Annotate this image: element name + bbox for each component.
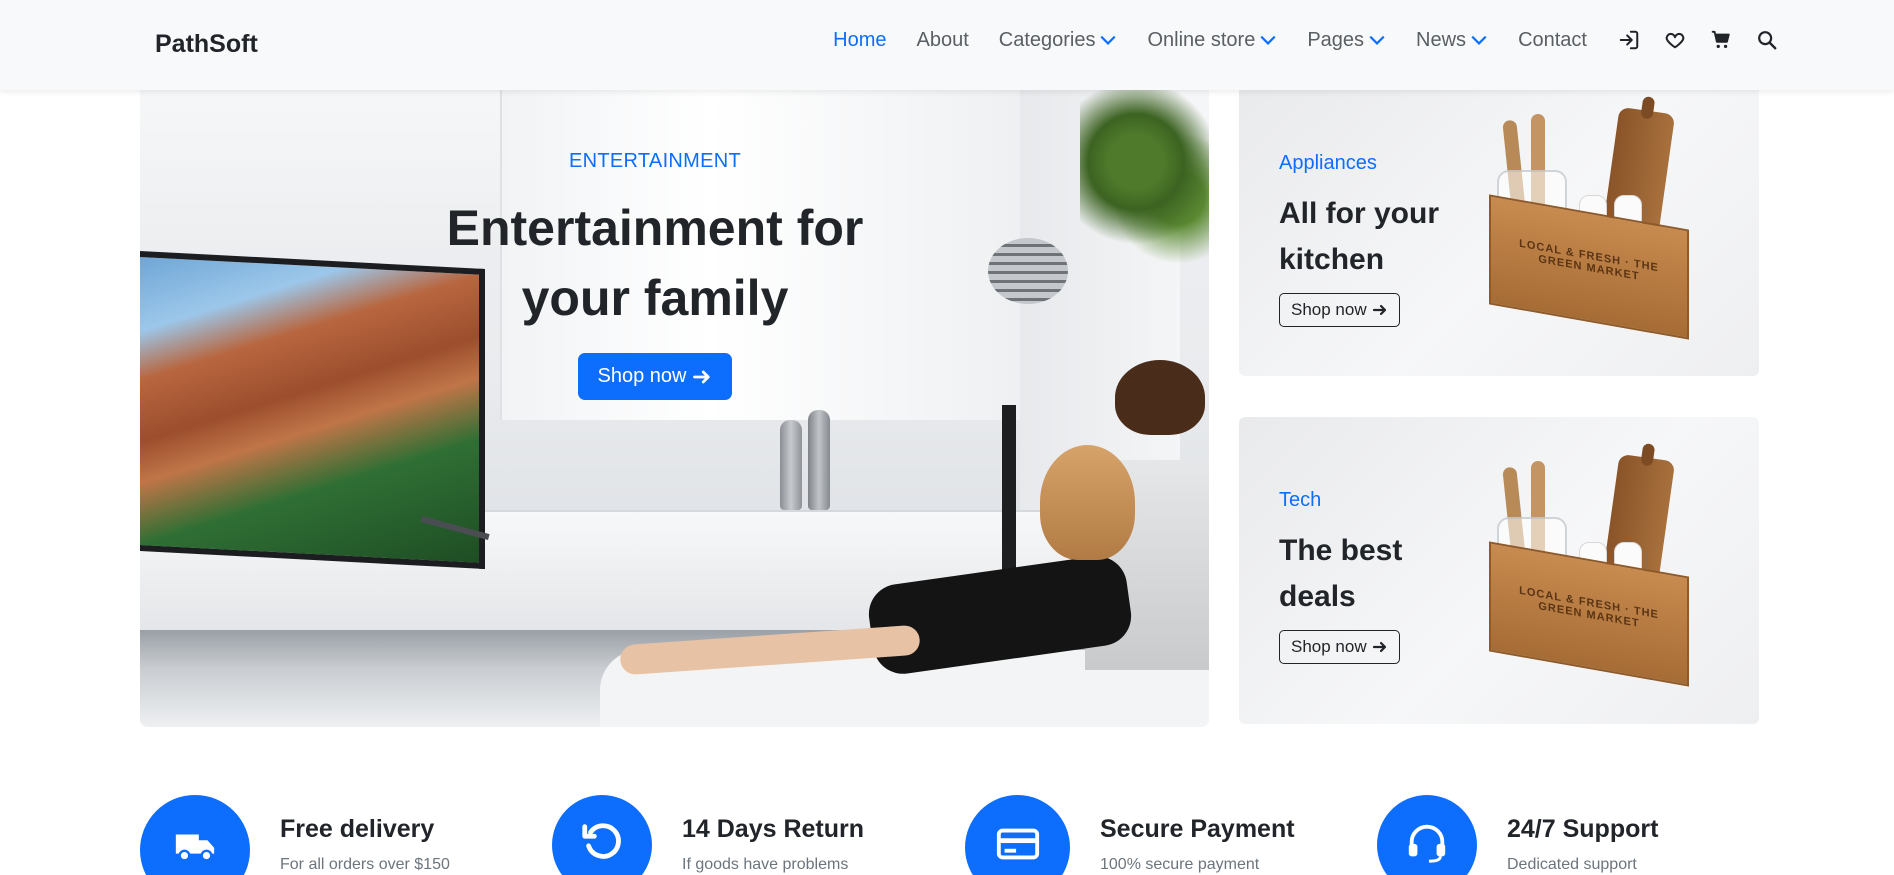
feature-title: Secure Payment <box>1100 815 1295 843</box>
feature-icon-circle <box>1377 795 1477 875</box>
feature-title: 24/7 Support <box>1507 815 1659 843</box>
arrow-right-icon <box>1372 641 1386 653</box>
nav-links: Home About Categories Online store Pages… <box>803 28 1779 52</box>
heart-icon[interactable] <box>1663 28 1687 52</box>
nav-link-home[interactable]: Home <box>833 29 886 52</box>
chevron-down-icon <box>1100 35 1117 45</box>
chevron-down-icon <box>1471 35 1487 45</box>
hero-shop-now-button[interactable]: Shop now <box>577 353 733 400</box>
credit-card-icon <box>996 828 1039 860</box>
brand-logo[interactable]: PathSoft <box>155 30 258 59</box>
hero-banner: ENTERTAINMENT Entertainment for your fam… <box>140 90 1209 727</box>
headset-icon <box>1408 824 1446 863</box>
hero-title: Entertainment for your family <box>446 200 864 326</box>
feature-title: Free delivery <box>280 815 435 843</box>
card-shop-now-button[interactable]: Shop now <box>1279 293 1400 327</box>
nav-link-contact[interactable]: Contact <box>1518 29 1587 52</box>
arrow-right-icon <box>693 370 711 383</box>
feature-secure-payment: Secure Payment 100% secure payment <box>965 795 1295 875</box>
search-icon[interactable] <box>1755 28 1779 52</box>
nav-link-news[interactable]: News <box>1416 29 1488 52</box>
card-category: Appliances <box>1279 152 1377 174</box>
navbar: PathSoft Home About Categories Online st… <box>0 0 1894 90</box>
feature-icon-circle <box>552 795 652 875</box>
feature-icon-circle <box>965 795 1070 875</box>
nav-link-categories[interactable]: Categories <box>999 29 1118 52</box>
arrow-right-icon <box>1372 304 1386 316</box>
promo-card-appliances: LOCAL & FRESH · THE GREEN MARKET Applian… <box>1239 80 1759 376</box>
card-title: All for your kitchen <box>1279 197 1440 276</box>
cart-icon[interactable] <box>1709 28 1733 52</box>
login-icon[interactable] <box>1617 28 1641 52</box>
card-title: The best deals <box>1279 534 1403 613</box>
kitchen-crate-image: LOCAL & FRESH · THE GREEN MARKET <box>1479 100 1689 340</box>
feature-free-delivery: Free delivery For all orders over $150 <box>140 795 450 875</box>
nav-link-online-store[interactable]: Online store <box>1147 29 1277 52</box>
feature-support: 24/7 Support Dedicated support <box>1377 795 1658 875</box>
card-shop-now-button[interactable]: Shop now <box>1279 630 1400 664</box>
card-category: Tech <box>1279 489 1322 511</box>
hero-eyebrow: ENTERTAINMENT <box>568 150 742 172</box>
return-icon <box>582 823 621 859</box>
promo-card-tech: LOCAL & FRESH · THE GREEN MARKET Tech Th… <box>1239 417 1759 724</box>
truck-icon <box>175 834 215 862</box>
feature-subtitle: For all orders over $150 <box>280 856 450 873</box>
chevron-down-icon <box>1369 35 1385 45</box>
nav-link-about[interactable]: About <box>917 29 969 52</box>
feature-icon-circle <box>140 795 250 875</box>
chevron-down-icon <box>1260 35 1276 45</box>
nav-link-pages[interactable]: Pages <box>1307 29 1386 52</box>
feature-title: 14 Days Return <box>682 815 865 843</box>
feature-subtitle: 100% secure payment <box>1100 856 1260 873</box>
feature-subtitle: If goods have problems <box>682 856 849 873</box>
features-strip: Free delivery For all orders over $150 1… <box>140 795 1760 875</box>
feature-days-return: 14 Days Return If goods have problems <box>552 795 864 875</box>
kitchen-crate-image: LOCAL & FRESH · THE GREEN MARKET <box>1479 447 1689 687</box>
hero-text: ENTERTAINMENT Entertainment for your fam… <box>420 150 890 400</box>
feature-subtitle: Dedicated support <box>1507 856 1637 873</box>
